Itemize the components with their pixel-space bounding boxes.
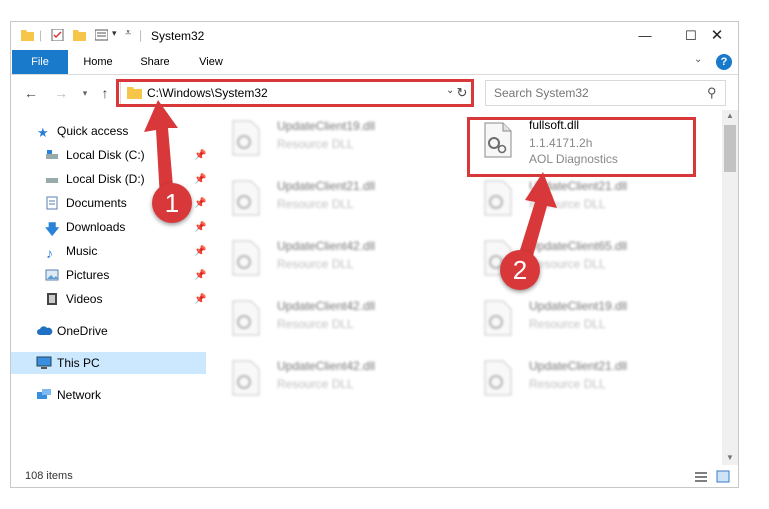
help-icon[interactable]: ? <box>716 54 732 70</box>
tab-home[interactable]: Home <box>73 50 123 74</box>
download-icon: 🡇 <box>45 221 60 237</box>
back-button[interactable]: ← <box>21 83 41 103</box>
dll-file-icon <box>232 300 260 336</box>
search-icon[interactable]: ⚲ <box>707 85 717 101</box>
sidebar-item-label: Quick access <box>57 124 129 138</box>
separator: | <box>139 28 143 42</box>
dll-file-icon <box>232 120 260 156</box>
dll-file-icon <box>232 360 260 396</box>
sidebar-item-network[interactable]: Network <box>11 384 206 406</box>
sidebar-item-label: Videos <box>66 292 103 306</box>
file-description: Resource DLL <box>529 317 606 331</box>
separator: | <box>39 28 43 42</box>
file-name: UpdateClient42.dll <box>277 359 376 373</box>
details-view-icon[interactable] <box>694 471 708 483</box>
sidebar-item-label: Local Disk (D:) <box>66 172 145 186</box>
vertical-scrollbar[interactable]: ▲ ▼ <box>722 110 738 465</box>
network-icon <box>37 389 51 399</box>
tab-share[interactable]: Share <box>130 50 180 74</box>
file-description: Resource DLL <box>277 317 354 331</box>
pictures-icon <box>45 269 59 281</box>
list-item[interactable]: UpdateClient21.dll Resource DLL <box>231 178 441 230</box>
sidebar-item-label: Local Disk (C:) <box>66 148 145 162</box>
drive-icon <box>46 178 58 183</box>
forward-button[interactable]: → <box>51 83 71 103</box>
sidebar-item-videos[interactable]: Videos 📌 <box>11 288 206 310</box>
file-description: Resource DLL <box>277 257 354 271</box>
customize-icon[interactable] <box>95 29 108 41</box>
list-item[interactable]: UpdateClient19.dll Resource DLL <box>483 298 693 350</box>
tab-view[interactable]: View <box>186 50 236 74</box>
list-item[interactable]: UpdateClient42.dll Resource DLL <box>231 358 441 410</box>
pin-icon[interactable]: 📌 <box>194 265 206 287</box>
pin-icon[interactable]: 📌 <box>194 289 206 311</box>
dll-file-icon <box>232 180 260 216</box>
title-bar: | ▾ ⩡ | System32 — ☐ ✕ <box>11 22 738 50</box>
tab-file[interactable]: File <box>12 50 68 74</box>
scroll-thumb[interactable] <box>724 125 736 172</box>
sidebar-item-music[interactable]: ♪ Music 📌 <box>11 240 206 262</box>
properties-icon[interactable] <box>51 29 64 41</box>
file-description: Resource DLL <box>277 377 354 391</box>
search-box[interactable]: ⚲ <box>485 80 726 106</box>
ribbon-tabs: File Home Share View ⌄ ? <box>11 50 738 75</box>
sidebar-item-onedrive[interactable]: OneDrive <box>11 320 206 342</box>
sidebar-item-label: OneDrive <box>57 324 108 338</box>
file-name: UpdateClient19.dll <box>529 299 628 313</box>
chevron-down-icon[interactable]: ▾ <box>112 28 117 39</box>
sidebar-item-label: Music <box>66 244 98 258</box>
large-icons-view-icon[interactable] <box>716 470 730 483</box>
file-name: UpdateClient19.dll <box>277 119 376 133</box>
pin-icon[interactable]: 📌 <box>194 241 206 263</box>
minimize-button[interactable]: — <box>622 22 668 50</box>
computer-icon <box>36 356 52 369</box>
up-button[interactable]: ↑ <box>95 83 115 103</box>
step-1-badge: 1 <box>152 183 192 223</box>
dll-file-icon <box>232 240 260 276</box>
file-name: UpdateClient42.dll <box>277 299 376 313</box>
folder-icon <box>21 30 34 41</box>
expand-ribbon-icon[interactable]: ⌄ <box>694 54 702 65</box>
list-item[interactable]: UpdateClient21.dll Resource DLL <box>483 358 693 410</box>
status-item-count: 108 items <box>25 470 73 482</box>
recent-locations-icon[interactable]: ▾ <box>75 83 95 103</box>
sidebar-item-label: Downloads <box>66 220 126 234</box>
scroll-up-icon[interactable]: ▲ <box>726 111 734 120</box>
file-description: Resource DLL <box>529 377 606 391</box>
sidebar-item-label: Pictures <box>66 268 110 282</box>
step-2-badge: 2 <box>500 250 540 290</box>
sidebar-item-label: This PC <box>57 356 100 370</box>
search-input[interactable] <box>492 85 696 101</box>
window-title: System32 <box>151 29 205 43</box>
cloud-icon <box>37 326 53 335</box>
dll-file-icon <box>484 300 512 336</box>
file-name: UpdateClient42.dll <box>277 239 376 253</box>
sidebar-item-pictures[interactable]: Pictures 📌 <box>11 264 206 286</box>
list-item[interactable]: UpdateClient42.dll Resource DLL <box>231 298 441 350</box>
scroll-down-icon[interactable]: ▼ <box>726 453 734 462</box>
list-item[interactable]: UpdateClient42.dll Resource DLL <box>231 238 441 290</box>
file-highlight <box>467 117 696 177</box>
drive-icon <box>46 150 58 159</box>
list-item[interactable]: UpdateClient19.dll Resource DLL <box>231 118 441 170</box>
file-name: UpdateClient21.dll <box>277 179 376 193</box>
sidebar-item-this-pc[interactable]: This PC <box>11 352 206 374</box>
file-description: Resource DLL <box>277 197 354 211</box>
star-icon: ★ <box>37 125 49 140</box>
file-name: UpdateClient21.dll <box>529 359 628 373</box>
qa-customize-arrow-icon[interactable]: ⩡ <box>125 27 131 40</box>
close-button[interactable]: ✕ <box>694 22 740 50</box>
music-icon: ♪ <box>46 245 53 261</box>
videos-icon <box>47 293 57 305</box>
sidebar-item-label: Network <box>57 388 102 402</box>
new-folder-icon[interactable] <box>73 29 86 41</box>
file-description: Resource DLL <box>277 137 354 151</box>
sidebar-item-label: Documents <box>66 196 127 210</box>
pin-icon[interactable]: 📌 <box>194 217 206 239</box>
dll-file-icon <box>484 360 512 396</box>
document-icon <box>46 196 58 210</box>
